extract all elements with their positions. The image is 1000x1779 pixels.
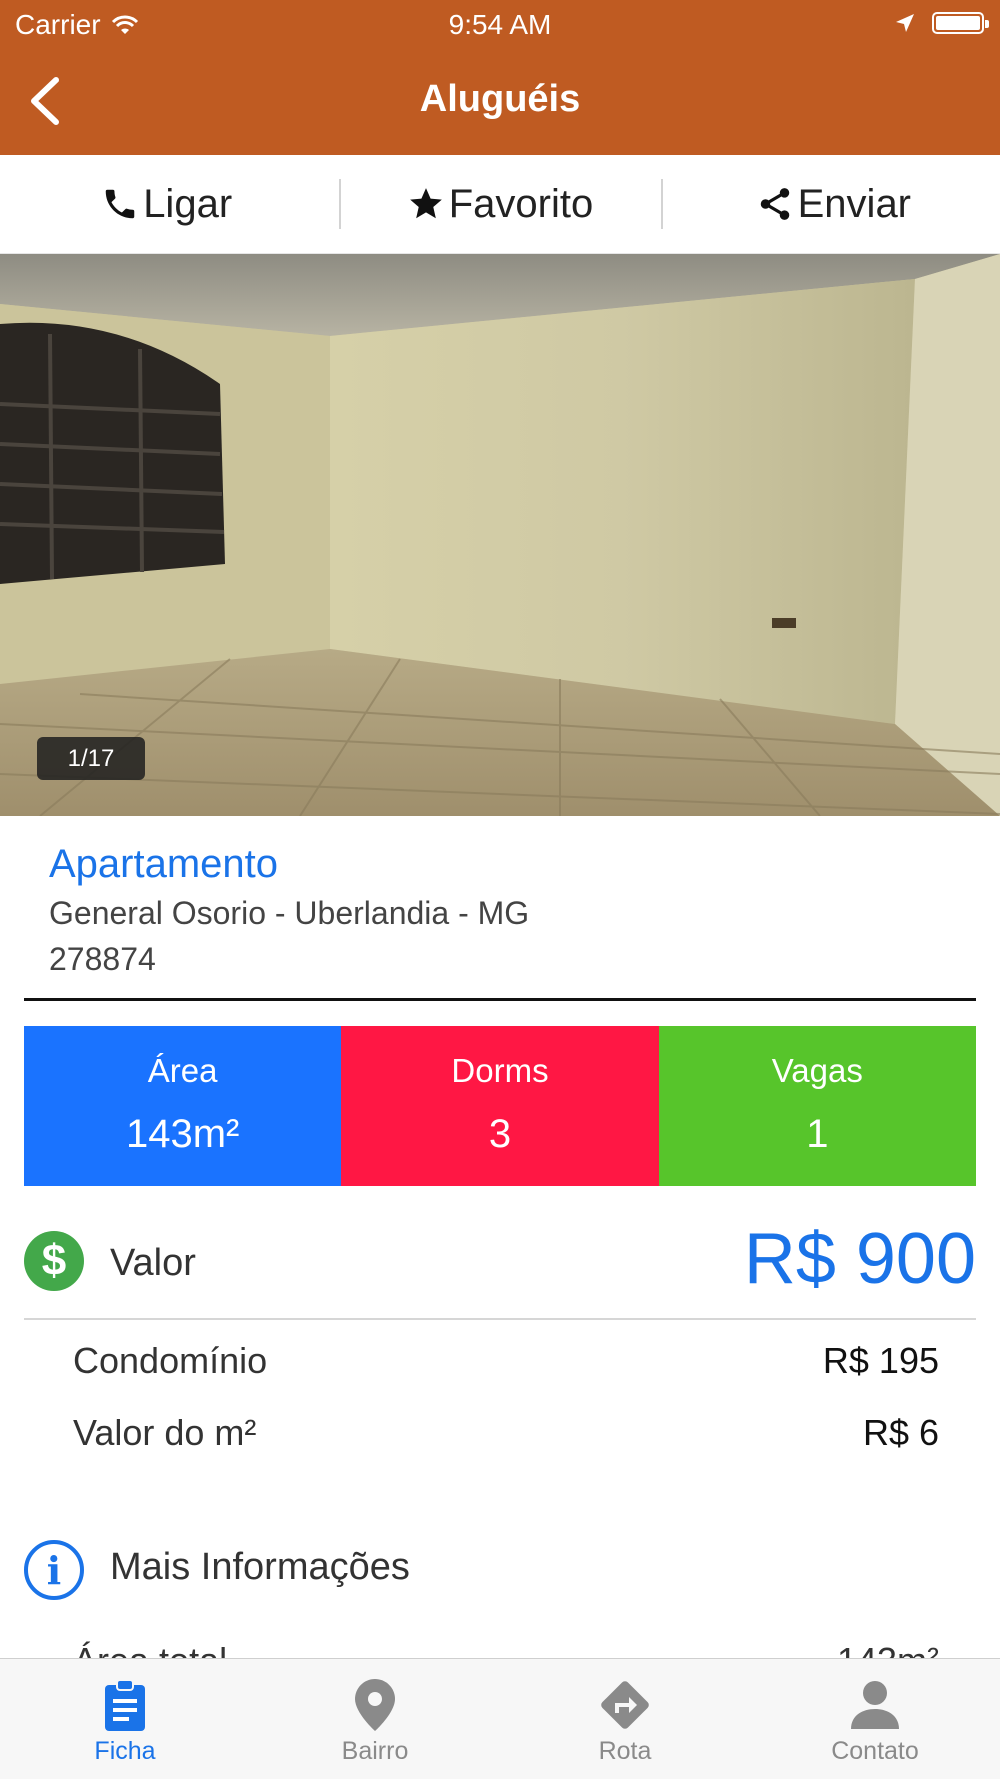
price-per-m2-value: R$ 6 (862, 1412, 939, 1453)
tab-rota-label: Rota (598, 1737, 652, 1765)
photo-counter: 1/17 (37, 737, 145, 780)
condo-fee-label: Condomínio (73, 1340, 268, 1381)
price-divider (24, 1318, 976, 1320)
call-label: Ligar (143, 181, 233, 226)
action-divider (339, 179, 341, 229)
stats-tiles: Área 143m² Dorms 3 Vagas 1 (24, 1026, 976, 1186)
clipboard-icon (105, 1679, 145, 1731)
app-header: Carrier 9:54 AM Aluguéis (0, 0, 1000, 155)
dorms-tile: Dorms 3 (341, 1026, 659, 1186)
price-per-m2-row: Valor do m² R$ 6 (73, 1412, 939, 1454)
share-button[interactable]: Enviar (667, 155, 1000, 253)
area-tile: Área 143m² (24, 1026, 342, 1186)
section-divider (24, 998, 976, 1001)
dollar-icon: $ (24, 1231, 84, 1291)
condo-fee-value: R$ 195 (822, 1340, 939, 1381)
parking-value: 1 (806, 1112, 829, 1156)
favorite-label: Favorito (448, 181, 594, 226)
parking-tile: Vagas 1 (658, 1026, 976, 1186)
location-arrow-icon (896, 14, 914, 32)
status-time: 9:54 AM (448, 9, 552, 40)
tab-contato-label: Contato (831, 1737, 919, 1765)
dorms-value: 3 (488, 1112, 512, 1156)
page-title: Aluguéis (419, 78, 581, 120)
more-info-label: Mais Informações (110, 1546, 410, 1588)
tab-bar: Ficha Bairro Rota Contato (0, 1658, 1000, 1779)
tab-ficha[interactable]: Ficha (0, 1659, 250, 1779)
room-photo-image (0, 254, 1000, 816)
share-label: Enviar (797, 181, 912, 226)
action-bar: Ligar Favorito Enviar (0, 155, 1000, 254)
status-bar: Carrier 9:54 AM (0, 0, 1000, 50)
price-per-m2-label: Valor do m² (73, 1412, 257, 1453)
tab-contato[interactable]: Contato (750, 1659, 1000, 1779)
tab-bairro[interactable]: Bairro (250, 1659, 500, 1779)
price-row: $ Valor R$ 900 (24, 1219, 976, 1308)
parking-label: Vagas (771, 1052, 863, 1089)
property-type: Apartamento (49, 842, 279, 886)
price-value: R$ 900 (743, 1219, 976, 1299)
star-icon (409, 188, 442, 219)
property-code: 278874 (49, 941, 156, 977)
directions-icon (601, 1681, 649, 1729)
status-right (894, 12, 989, 34)
tab-rota[interactable]: Rota (500, 1659, 750, 1779)
dorms-label: Dorms (451, 1052, 549, 1089)
property-address: General Osorio - Uberlandia - MG (49, 895, 530, 931)
phone-icon (105, 189, 135, 219)
favorite-button[interactable]: Favorito (333, 155, 666, 253)
info-icon: i (24, 1540, 84, 1600)
area-value: 143m² (125, 1112, 240, 1156)
call-button[interactable]: Ligar (0, 155, 333, 253)
property-photo[interactable]: 1/17 (0, 254, 1000, 816)
map-pin-icon (355, 1679, 395, 1731)
battery-icon (932, 12, 989, 34)
more-info-header: i Mais Informações (24, 1536, 976, 1606)
action-divider (661, 179, 663, 229)
tab-bairro-label: Bairro (341, 1737, 409, 1765)
person-icon (851, 1681, 899, 1729)
tab-ficha-label: Ficha (94, 1737, 156, 1765)
condo-fee-row: Condomínio R$ 195 (73, 1340, 939, 1382)
area-label: Área (147, 1052, 218, 1089)
price-label: Valor (110, 1242, 196, 1284)
share-icon (760, 188, 789, 220)
